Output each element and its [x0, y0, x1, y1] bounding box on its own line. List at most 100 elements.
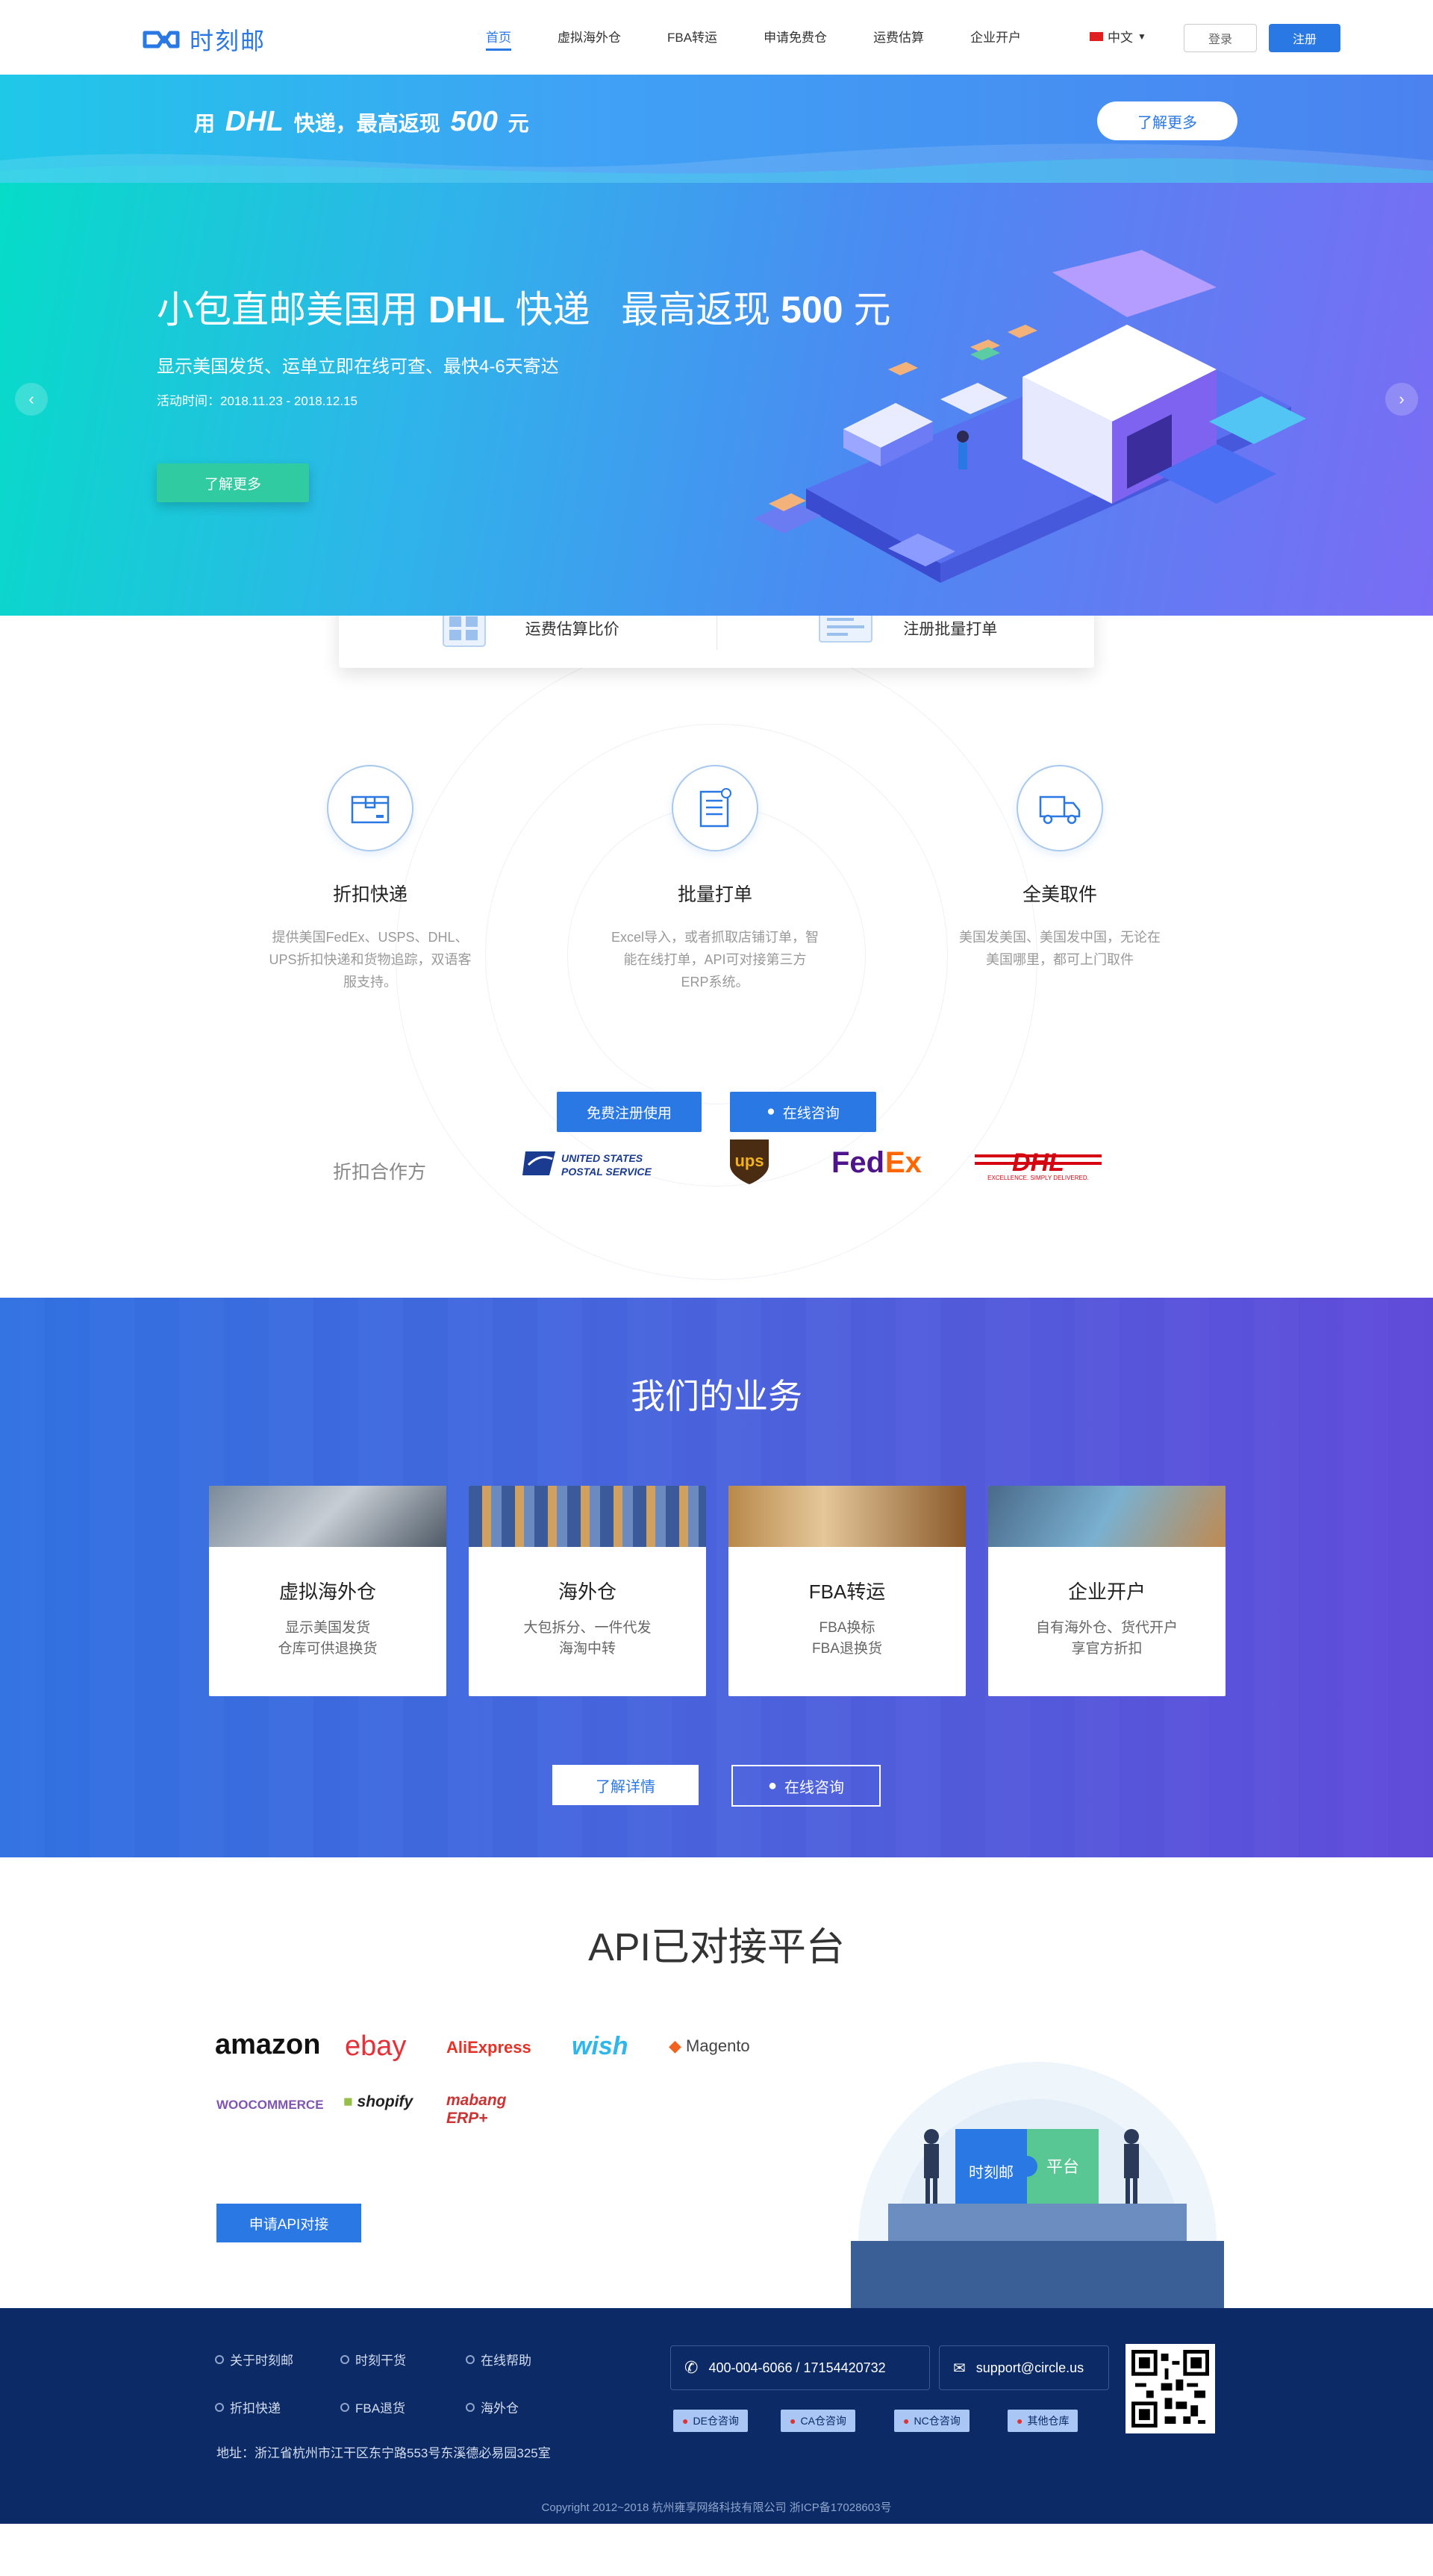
business-card-line2: FBA退换货 — [812, 1641, 882, 1657]
footer-link-articles[interactable]: 时刻干货 — [340, 2350, 406, 2369]
business-card-desc: 大包拆分、一件代发 海淘中转 — [469, 1618, 706, 1660]
monitor-icon — [819, 616, 873, 643]
other-warehouse-consult[interactable]: ● 其他仓库 — [1008, 2410, 1078, 2432]
bullet-icon — [340, 2354, 349, 2364]
magento-logo: ◆ Magento — [669, 2036, 750, 2056]
business-card-title: FBA转运 — [808, 1581, 886, 1603]
feature-batch-print: 批量打单 Excel导入，或者抓取店铺订单，智能在线打单，API可对接第三方ER… — [596, 765, 834, 993]
site-logo[interactable]: 时刻邮 — [142, 22, 266, 57]
business-card-overseas-warehouse[interactable]: 海外仓 大包拆分、一件代发 海淘中转 — [469, 1486, 706, 1696]
truck-icon — [1017, 765, 1103, 851]
nav-shipping-estimate[interactable]: 运费估算 — [850, 27, 947, 51]
feature-desc: 美国发美国、美国发中国，无论在美国哪里，都可上门取件 — [959, 930, 1161, 967]
business-card-line1: 大包拆分、一件代发 — [523, 1620, 652, 1636]
business-consult-button[interactable]: ● 在线咨询 — [731, 1765, 881, 1807]
packing-image — [728, 1486, 966, 1547]
ebay-logo: ebay — [345, 2031, 407, 2062]
usps-line1: UNITED STATES — [561, 1152, 643, 1164]
business-card-line1: 自有海外仓、货代开户 — [1035, 1620, 1178, 1636]
qq-icon: ● — [767, 1777, 778, 1794]
keyboard-image — [209, 1486, 446, 1547]
carousel-prev-icon[interactable]: ‹ — [15, 383, 48, 416]
online-consult-button[interactable]: ● 在线咨询 — [730, 1092, 876, 1132]
business-card-enterprise[interactable]: 企业开户 自有海外仓、货代开户 享官方折扣 — [988, 1486, 1226, 1696]
business-card-fba[interactable]: FBA转运 FBA换标 FBA退换货 — [728, 1486, 966, 1696]
footer-link-warehouse[interactable]: 海外仓 — [466, 2398, 519, 2416]
qr-code — [1126, 2344, 1215, 2433]
qq-icon: ● — [682, 2415, 689, 2427]
magento-label: Magento — [686, 2036, 750, 2055]
nav-home[interactable]: 首页 — [463, 27, 534, 51]
warehouse-label: 其他仓库 — [1027, 2415, 1070, 2427]
mail-icon: ✉ — [953, 2360, 966, 2377]
main-nav: 首页 虚拟海外仓 FBA转运 申请免费仓 运费估算 企业开户 — [463, 27, 1044, 51]
feature-desc: Excel导入，或者抓取店铺订单，智能在线打单，API可对接第三方ERP系统。 — [611, 930, 819, 990]
promo-learn-more-button[interactable]: 了解更多 — [1097, 101, 1237, 140]
promo-middle: 快递，最高返现 — [293, 112, 440, 135]
phone-box[interactable]: ✆ 400-004-6066 / 17154420732 — [670, 2345, 930, 2390]
business-card-desc: 自有海外仓、货代开户 享官方折扣 — [988, 1618, 1226, 1660]
ca-warehouse-consult[interactable]: ● CA仓咨询 — [781, 2410, 855, 2432]
register-button[interactable]: 注册 — [1269, 24, 1340, 52]
shipping-box-image — [988, 1486, 1226, 1547]
learn-details-button[interactable]: 了解详情 — [552, 1765, 699, 1805]
email-box[interactable]: ✉ support@circle.us — [939, 2345, 1109, 2390]
quick-batch-print-label: 注册批量打单 — [903, 621, 998, 638]
copyright: Copyright 2012~2018 杭州雍享网络科技有限公司 浙ICP备17… — [541, 2501, 892, 2514]
bullet-icon — [466, 2402, 475, 2412]
api-connection-illustration: 时刻邮 平台 — [851, 2062, 1224, 2308]
login-button[interactable]: 登录 — [1184, 24, 1257, 52]
nav-virtual-warehouse[interactable]: 虚拟海外仓 — [534, 27, 644, 51]
qq-icon: ● — [790, 2415, 796, 2427]
hero-learn-more-button[interactable]: 了解更多 — [157, 463, 309, 502]
business-card-title: 虚拟海外仓 — [278, 1581, 376, 1603]
footer-link-label: FBA退货 — [355, 2401, 406, 2416]
bullet-icon — [340, 2402, 349, 2412]
phone-number: 400-004-6066 / 17154420732 — [708, 2360, 886, 2375]
footer-link-help[interactable]: 在线帮助 — [466, 2350, 531, 2369]
api-section: API已对接平台 amazon ebay AliExpress wish ◆ M… — [0, 1857, 1433, 2308]
carousel-next-icon[interactable]: › — [1385, 383, 1418, 416]
business-card-line1: 显示美国发货 — [284, 1620, 370, 1636]
illus-platform-text: 平台 — [1046, 2157, 1079, 2176]
footer-link-discount[interactable]: 折扣快递 — [215, 2398, 281, 2416]
qq-icon: ● — [1017, 2415, 1023, 2427]
business-card-virtual-warehouse[interactable]: 虚拟海外仓 显示美国发货 仓库可供退换货 — [209, 1486, 446, 1696]
promo-text: 用 DHL 快递，最高返现 500 元 — [194, 106, 529, 138]
business-card-line2: 海淘中转 — [558, 1641, 616, 1657]
promo-suffix: 元 — [508, 112, 529, 135]
apply-api-button[interactable]: 申请API对接 — [216, 2204, 361, 2242]
warehouse-label: CA仓咨询 — [800, 2415, 846, 2427]
online-consult-label: 在线咨询 — [782, 1105, 840, 1122]
business-section: 我们的业务 虚拟海外仓 显示美国发货 仓库可供退换货 海外仓 大包拆分、一件代发… — [0, 1298, 1433, 1857]
warehouse-label: DE仓咨询 — [693, 2415, 739, 2427]
footer-link-fba-return[interactable]: FBA退货 — [340, 2398, 405, 2416]
footer-link-label: 时刻干货 — [355, 2354, 406, 2368]
free-register-button[interactable]: 免费注册使用 — [557, 1092, 702, 1132]
qq-icon: ● — [903, 2415, 910, 2427]
nav-free-warehouse[interactable]: 申请免费仓 — [740, 27, 850, 51]
bullet-icon — [215, 2354, 224, 2364]
dhl-text: DHL — [1012, 1148, 1064, 1177]
qr-code-icon — [1131, 2350, 1209, 2427]
mabang-logo: mabang ERP+ — [446, 2092, 507, 2127]
footer-link-about[interactable]: 关于时刻邮 — [215, 2350, 293, 2369]
language-selector[interactable]: 中文 ▼ — [1090, 27, 1146, 46]
site-header: 时刻邮 首页 虚拟海外仓 FBA转运 申请免费仓 运费估算 企业开户 中文 ▼ … — [0, 0, 1433, 75]
usps-logo: UNITED STATES POSTAL SERVICE — [522, 1151, 652, 1178]
nav-enterprise[interactable]: 企业开户 — [947, 27, 1044, 51]
logo-icon — [143, 31, 180, 49]
quick-estimate[interactable]: 运费估算比价 — [339, 616, 716, 668]
aliexpress-logo: AliExpress — [446, 2038, 531, 2057]
dhl-logo: DHL EXCELLENCE. SIMPLY DELIVERED. — [975, 1148, 1102, 1181]
quick-batch-print[interactable]: 注册批量打单 — [717, 616, 1095, 668]
partners-label: 折扣合作方 — [333, 1162, 427, 1183]
hero-date: 活动时间：2018.11.23 - 2018.12.15 — [157, 394, 358, 408]
nav-fba[interactable]: FBA转运 — [644, 27, 740, 51]
nc-warehouse-consult[interactable]: ● NC仓咨询 — [894, 2410, 970, 2432]
feature-pickup: 全美取件 美国发美国、美国发中国，无论在美国哪里，都可上门取件 — [940, 765, 1179, 971]
de-warehouse-consult[interactable]: ● DE仓咨询 — [673, 2410, 748, 2432]
feature-title: 折扣快递 — [332, 884, 408, 905]
business-card-desc: 显示美国发货 仓库可供退换货 — [209, 1618, 446, 1660]
business-card-title: 企业开户 — [1067, 1581, 1146, 1603]
